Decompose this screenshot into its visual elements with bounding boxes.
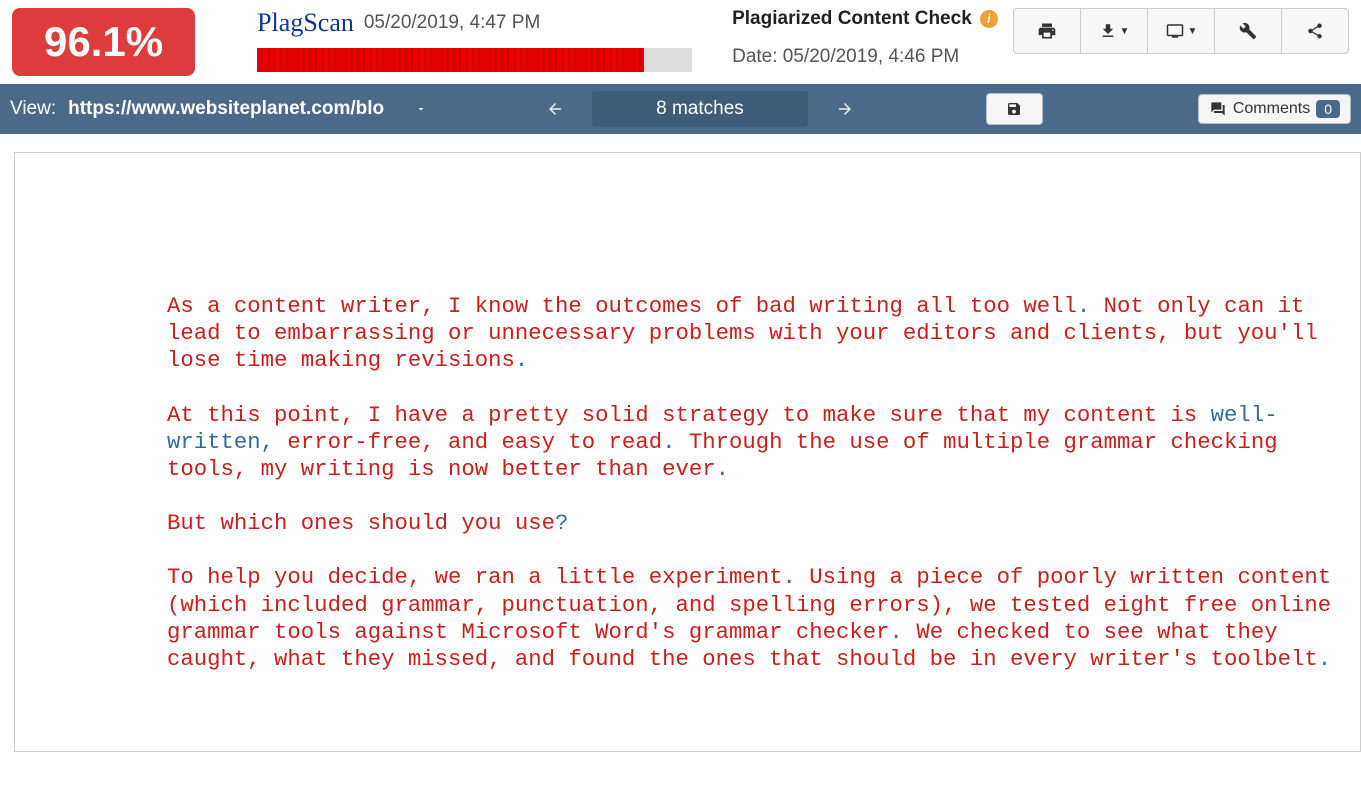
document-area: As a content writer, I know the outcomes… — [0, 134, 1361, 752]
document-date: Date: 05/20/2019, 4:46 PM — [732, 46, 998, 68]
save-icon — [1006, 101, 1022, 117]
save-button[interactable] — [986, 93, 1043, 125]
title-column: Plagiarized Content Check i Date: 05/20/… — [732, 8, 998, 68]
comments-button[interactable]: Comments 0 — [1198, 94, 1351, 124]
header: 96.1% PlagScan 05/20/2019, 4:47 PM Plagi… — [0, 0, 1361, 84]
plagscan-logo: PlagScan — [257, 8, 354, 38]
paragraph: But which ones should you use? — [167, 510, 1340, 537]
url-dropdown[interactable] — [394, 103, 448, 115]
print-button[interactable] — [1013, 8, 1081, 54]
plagiarized-text[interactable]: At this point, I have a pretty solid str… — [167, 402, 1211, 428]
arrow-left-icon — [546, 100, 564, 118]
neutral-text[interactable]: . — [515, 347, 528, 373]
logo-column: PlagScan 05/20/2019, 4:47 PM — [257, 8, 692, 72]
info-icon[interactable]: i — [980, 10, 998, 28]
plagiarized-text[interactable]: But which ones should you use — [167, 510, 555, 536]
settings-button[interactable] — [1214, 8, 1282, 54]
comments-label: Comments — [1233, 100, 1310, 118]
neutral-text[interactable]: . — [783, 564, 796, 590]
download-button[interactable]: ▼ — [1080, 8, 1148, 54]
download-icon — [1099, 22, 1117, 40]
navbar: View: https://www.websiteplanet.com/blo … — [0, 84, 1361, 134]
display-button[interactable]: ▼ — [1147, 8, 1215, 54]
plagiarism-percentage-badge: 96.1% — [12, 8, 195, 76]
plagiarized-text[interactable]: To help you decide, we ran a little expe… — [167, 564, 783, 590]
wrench-icon — [1239, 22, 1257, 40]
share-icon — [1306, 22, 1324, 40]
document-title: Plagiarized Content Check — [732, 8, 972, 30]
view-url[interactable]: https://www.websiteplanet.com/blo — [68, 98, 384, 120]
progress-bar — [257, 48, 692, 72]
paragraph: At this point, I have a pretty solid str… — [167, 402, 1340, 484]
plagiarized-text[interactable]: error-free, and easy to read — [274, 429, 662, 455]
chevron-down-icon — [412, 103, 430, 115]
document-content: As a content writer, I know the outcomes… — [14, 152, 1361, 752]
neutral-text[interactable]: . — [716, 456, 729, 482]
plagiarized-text[interactable]: As a content writer, I know the outcomes… — [167, 293, 1077, 319]
arrow-right-icon — [836, 100, 854, 118]
matches-button[interactable]: 8 matches — [592, 91, 808, 127]
neutral-text[interactable]: . — [1318, 646, 1331, 672]
print-icon — [1037, 21, 1057, 41]
paragraph: To help you decide, we ran a little expe… — [167, 564, 1340, 673]
monitor-icon — [1165, 22, 1185, 40]
next-match-button[interactable] — [818, 100, 872, 118]
scan-timestamp: 05/20/2019, 4:47 PM — [364, 12, 540, 34]
prev-match-button[interactable] — [528, 100, 582, 118]
neutral-text[interactable]: . — [890, 619, 903, 645]
paragraph: As a content writer, I know the outcomes… — [167, 293, 1340, 375]
action-toolbar: ▼ ▼ — [1013, 8, 1349, 54]
neutral-text[interactable]: ? — [555, 510, 568, 536]
share-button[interactable] — [1281, 8, 1349, 54]
view-label: View: — [10, 98, 56, 120]
neutral-text[interactable]: . — [1077, 293, 1090, 319]
neutral-text[interactable]: . — [662, 429, 675, 455]
progress-bar-fill — [257, 48, 644, 72]
comments-count-badge: 0 — [1316, 100, 1340, 118]
comments-icon — [1209, 101, 1227, 117]
